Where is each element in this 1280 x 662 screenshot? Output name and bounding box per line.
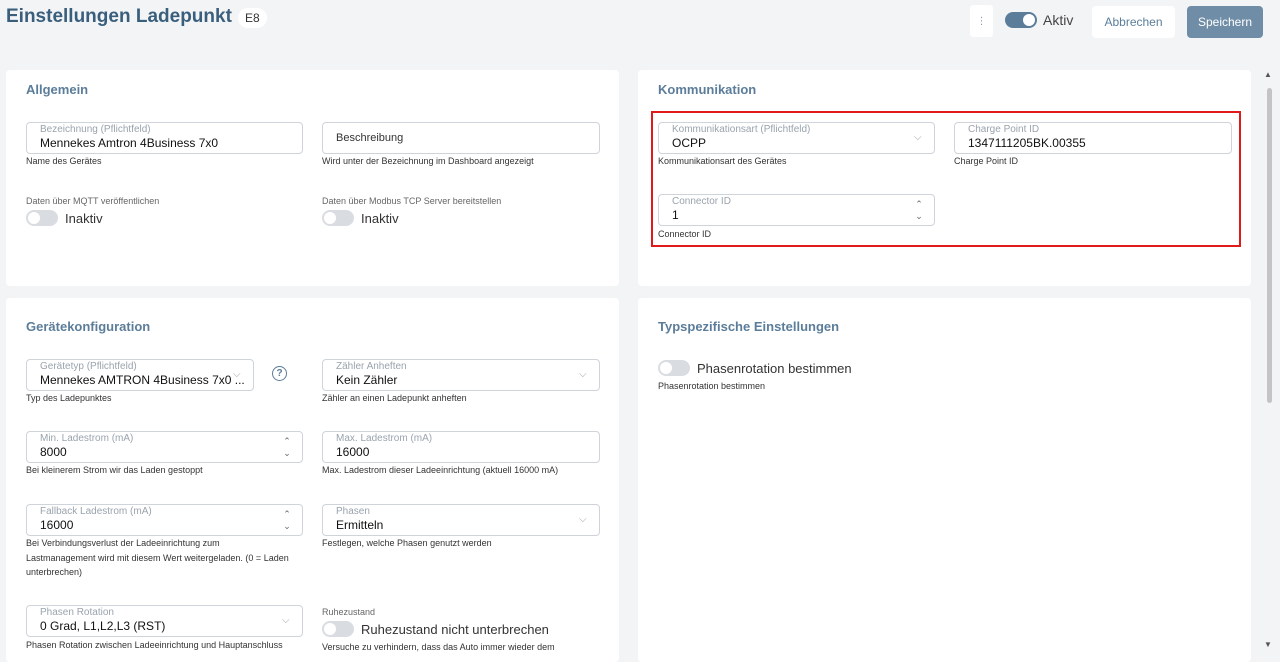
phase-rotation-value: 0 Grad, L1,L2,L3 (RST) bbox=[40, 619, 166, 633]
card-title-communication: Kommunikation bbox=[658, 82, 757, 97]
device-type-hint: Typ des Ladepunktes bbox=[26, 393, 112, 403]
meter-hint: Zähler an einen Ladepunkt anheften bbox=[322, 393, 467, 403]
toggle-switch[interactable] bbox=[26, 210, 58, 226]
stepper-icon[interactable]: ⌃ ⌄ bbox=[282, 435, 292, 459]
chevron-down-icon: ⌵ bbox=[579, 514, 587, 525]
card-title-general: Allgemein bbox=[26, 82, 89, 97]
description-field[interactable]: Beschreibung bbox=[322, 122, 600, 154]
phase-rotation-detect-toggle[interactable]: Phasenrotation bestimmen bbox=[658, 360, 852, 376]
phase-rotation-detect-hint: Phasenrotation bestimmen bbox=[658, 381, 766, 391]
mqtt-toggle[interactable]: Inaktiv bbox=[26, 210, 103, 226]
phase-rotation-detect-label: Phasenrotation bestimmen bbox=[697, 360, 852, 376]
fallback-current-field[interactable]: Fallback Ladestrom (mA) 16000 ⌃ ⌄ bbox=[26, 504, 303, 536]
rest-state-label: Ruhezustand bbox=[322, 607, 376, 617]
mqtt-label: Daten über MQTT veröffentlichen bbox=[26, 196, 160, 206]
fallback-current-value: 16000 bbox=[40, 518, 74, 532]
max-current-field[interactable]: Max. Ladestrom (mA) 16000 bbox=[322, 431, 600, 463]
fallback-current-hint-1: Bei Verbindungsverlust der Ladeeinrichtu… bbox=[26, 538, 220, 548]
device-type-select[interactable]: Gerätetyp (Pflichtfeld) Mennekes AMTRON … bbox=[26, 359, 254, 391]
chevron-down-icon: ⌵ bbox=[579, 369, 587, 380]
fallback-current-hint-2: Lastmanagement wird mit diesem Wert weit… bbox=[26, 553, 289, 563]
device-id-badge: E8 bbox=[238, 8, 267, 28]
card-type-specific: Typspezifische Einstellungen Phasenrotat… bbox=[638, 298, 1251, 662]
meter-label: Zähler Anheften bbox=[336, 361, 407, 372]
active-label: Aktiv bbox=[1043, 12, 1074, 28]
meter-select[interactable]: Zähler Anheften Kein Zähler ⌵ bbox=[322, 359, 600, 391]
phase-rotation-hint: Phasen Rotation zwischen Ladeeinrichtung… bbox=[26, 640, 283, 650]
scroll-down-icon[interactable]: ▼ bbox=[1264, 640, 1272, 649]
description-placeholder: Beschreibung bbox=[336, 132, 404, 144]
min-current-value: 8000 bbox=[40, 445, 67, 459]
scroll-up-icon[interactable]: ▲ bbox=[1264, 70, 1272, 79]
device-type-value: Mennekes AMTRON 4Business 7x0 ... bbox=[40, 373, 245, 387]
max-current-hint: Max. Ladestrom dieser Ladeeinrichtung (a… bbox=[322, 465, 559, 475]
rest-state-toggle[interactable]: Ruhezustand nicht unterbrechen bbox=[322, 621, 549, 637]
highlight-box bbox=[651, 111, 1241, 247]
name-field-value: Mennekes Amtron 4Business 7x0 bbox=[40, 136, 219, 150]
toggle-switch[interactable] bbox=[658, 360, 690, 376]
name-field-hint: Name des Gerätes bbox=[26, 156, 102, 166]
phases-select[interactable]: Phasen Ermitteln ⌵ bbox=[322, 504, 600, 536]
description-hint: Wird unter der Bezeichnung im Dashboard … bbox=[322, 156, 534, 166]
page-header: Einstellungen Ladepunkt E8 ⋮ Aktiv Abbre… bbox=[0, 0, 1280, 50]
active-toggle[interactable]: Aktiv bbox=[1005, 12, 1073, 28]
toggle-switch[interactable] bbox=[1005, 12, 1037, 28]
phases-label: Phasen bbox=[336, 506, 370, 517]
phase-rotation-select[interactable]: Phasen Rotation 0 Grad, L1,L2,L3 (RST) ⌵ bbox=[26, 605, 303, 637]
stepper-down-icon[interactable]: ⌄ bbox=[283, 448, 291, 458]
name-field-label: Bezeichnung (Pflichtfeld) bbox=[40, 124, 151, 135]
stepper-down-icon[interactable]: ⌄ bbox=[283, 521, 291, 531]
max-current-label: Max. Ladestrom (mA) bbox=[336, 433, 433, 444]
toggle-knob bbox=[28, 212, 40, 224]
vertical-dots-icon: ⋮ bbox=[976, 15, 987, 27]
rest-state-text: Ruhezustand nicht unterbrechen bbox=[361, 621, 549, 637]
card-general: Allgemein Bezeichnung (Pflichtfeld) Menn… bbox=[6, 70, 619, 286]
rest-state-hint: Versuche zu verhindern, dass das Auto im… bbox=[322, 642, 555, 652]
scrollbar[interactable]: ▲ ▼ bbox=[1262, 68, 1276, 662]
meter-value: Kein Zähler bbox=[336, 373, 398, 387]
more-options-button[interactable]: ⋮ bbox=[970, 5, 993, 37]
name-field[interactable]: Bezeichnung (Pflichtfeld) Mennekes Amtro… bbox=[26, 122, 303, 154]
min-current-label: Min. Ladestrom (mA) bbox=[40, 433, 134, 444]
cancel-button[interactable]: Abbrechen bbox=[1092, 6, 1175, 38]
toggle-knob bbox=[1023, 14, 1035, 26]
modbus-toggle[interactable]: Inaktiv bbox=[322, 210, 399, 226]
help-icon[interactable]: ? bbox=[272, 366, 287, 381]
chevron-down-icon: ⌵ bbox=[233, 369, 241, 380]
fallback-current-hint-3: unterbrechen) bbox=[26, 567, 83, 577]
toggle-switch[interactable] bbox=[322, 210, 354, 226]
toggle-knob bbox=[660, 362, 672, 374]
modbus-state: Inaktiv bbox=[361, 210, 399, 226]
mqtt-state: Inaktiv bbox=[65, 210, 103, 226]
stepper-up-icon[interactable]: ⌃ bbox=[283, 509, 291, 519]
modbus-label: Daten über Modbus TCP Server bereitstell… bbox=[322, 196, 502, 206]
fallback-current-label: Fallback Ladestrom (mA) bbox=[40, 506, 152, 517]
stepper-up-icon[interactable]: ⌃ bbox=[283, 436, 291, 446]
phase-rotation-label: Phasen Rotation bbox=[40, 607, 114, 618]
stepper-icon[interactable]: ⌃ ⌄ bbox=[282, 508, 292, 532]
phases-hint: Festlegen, welche Phasen genutzt werden bbox=[322, 538, 492, 548]
toggle-knob bbox=[324, 623, 336, 635]
phases-value: Ermitteln bbox=[336, 518, 384, 532]
save-button[interactable]: Speichern bbox=[1187, 6, 1263, 38]
scrollbar-thumb[interactable] bbox=[1267, 88, 1272, 403]
min-current-hint: Bei kleinerem Strom wir das Laden gestop… bbox=[26, 465, 203, 475]
card-title-type-specific: Typspezifische Einstellungen bbox=[658, 319, 840, 334]
page-title: Einstellungen Ladepunkt bbox=[6, 6, 232, 27]
toggle-switch[interactable] bbox=[322, 621, 354, 637]
max-current-value: 16000 bbox=[336, 445, 370, 459]
card-title-device-config: Gerätekonfiguration bbox=[26, 319, 151, 334]
device-type-label: Gerätetyp (Pflichtfeld) bbox=[40, 361, 137, 372]
min-current-field[interactable]: Min. Ladestrom (mA) 8000 ⌃ ⌄ bbox=[26, 431, 303, 463]
chevron-down-icon: ⌵ bbox=[282, 615, 290, 626]
toggle-knob bbox=[324, 212, 336, 224]
card-device-config: Gerätekonfiguration Gerätetyp (Pflichtfe… bbox=[6, 298, 619, 662]
